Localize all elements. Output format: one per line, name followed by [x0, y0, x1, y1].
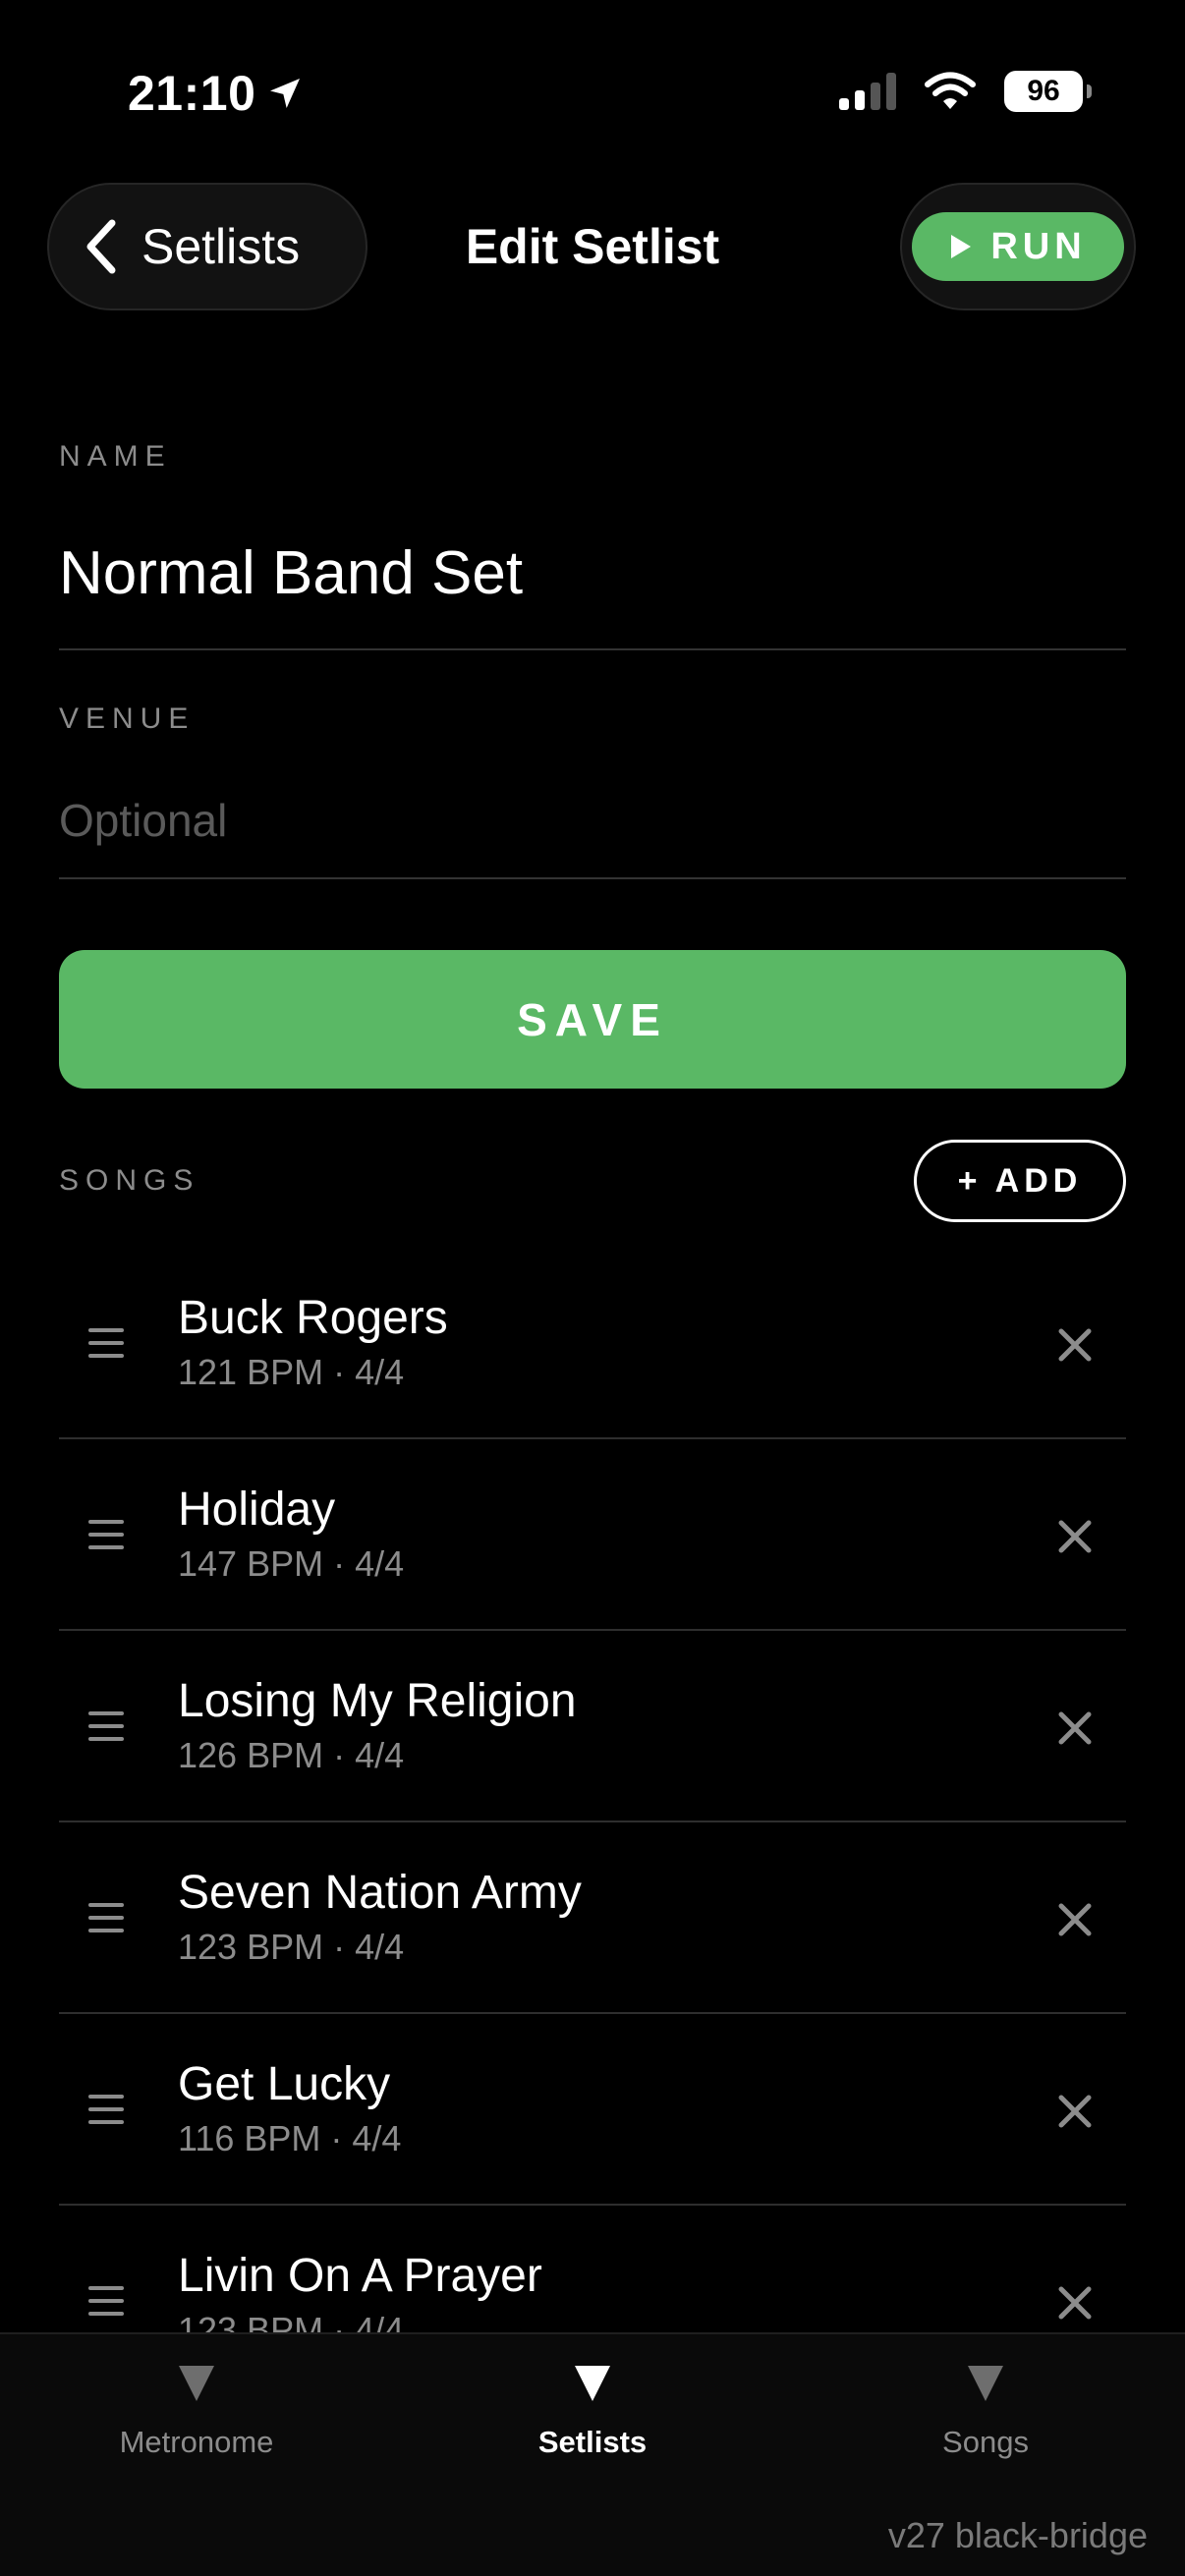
- tab-label: Setlists: [537, 2425, 648, 2459]
- tab-setlists[interactable]: Setlists: [445, 2364, 740, 2460]
- song-meta: 126 BPM · 4/4: [178, 1735, 405, 1775]
- remove-song-button[interactable]: [1051, 2088, 1099, 2135]
- play-icon: [951, 235, 972, 258]
- name-field-underline: [59, 648, 1126, 650]
- song-title: Losing My Religion: [178, 1675, 577, 1727]
- location-arrow-icon: [270, 79, 301, 108]
- remove-song-button[interactable]: [1051, 1896, 1099, 1943]
- drag-handle-icon[interactable]: [88, 1328, 124, 1358]
- song-title: Buck Rogers: [178, 1292, 448, 1344]
- song-row[interactable]: Livin On A Prayer 123 BPM · 4/4: [59, 2206, 1126, 2333]
- venue-field-underline: [59, 877, 1126, 879]
- song-meta: 147 BPM · 4/4: [178, 1543, 405, 1584]
- song-row[interactable]: Buck Rogers 121 BPM · 4/4: [59, 1248, 1126, 1439]
- wifi-icon: [925, 72, 976, 109]
- close-icon: [1058, 1328, 1092, 1362]
- close-icon: [1058, 1903, 1092, 1936]
- cellular-signal-icon: [839, 73, 896, 110]
- setlists-tab-icon: [575, 2366, 610, 2401]
- venue-field-label: VENUE: [59, 702, 196, 735]
- song-row[interactable]: Losing My Religion 126 BPM · 4/4: [59, 1631, 1126, 1822]
- song-title: Get Lucky: [178, 2058, 391, 2110]
- name-field[interactable]: Normal Band Set: [59, 538, 523, 608]
- song-row[interactable]: Holiday 147 BPM · 4/4: [59, 1439, 1126, 1631]
- battery-level: 96: [1027, 75, 1060, 107]
- edit-setlist-screen: 21:10 96 Setlists Edit Setlist RUN NAME …: [0, 0, 1185, 2576]
- remove-song-button[interactable]: [1051, 1513, 1099, 1560]
- close-icon: [1058, 1520, 1092, 1553]
- status-time: 21:10: [128, 65, 305, 122]
- metronome-tab-icon: [179, 2366, 214, 2401]
- battery-icon: 96: [1004, 71, 1092, 112]
- status-indicators: 96: [839, 71, 1092, 112]
- close-icon: [1058, 1711, 1092, 1745]
- song-title: Holiday: [178, 1484, 336, 1536]
- songs-tab-icon: [968, 2366, 1003, 2401]
- song-meta: 116 BPM · 4/4: [178, 2118, 402, 2158]
- remove-song-button[interactable]: [1051, 1705, 1099, 1752]
- status-time-text: 21:10: [128, 66, 256, 121]
- drag-handle-icon[interactable]: [88, 1520, 124, 1549]
- run-button-container: RUN: [900, 183, 1136, 310]
- run-button-label: RUN: [990, 225, 1087, 267]
- song-meta: 121 BPM · 4/4: [178, 1352, 405, 1392]
- venue-input[interactable]: [59, 786, 1126, 855]
- drag-handle-icon[interactable]: [88, 2286, 124, 2316]
- version-label: v27 black-bridge: [887, 2515, 1148, 2555]
- close-icon: [1058, 2095, 1092, 2128]
- song-row[interactable]: Get Lucky 116 BPM · 4/4: [59, 2014, 1126, 2206]
- save-button[interactable]: SAVE: [59, 950, 1126, 1089]
- run-button[interactable]: RUN: [912, 212, 1124, 281]
- song-row[interactable]: Seven Nation Army 123 BPM · 4/4: [59, 1822, 1126, 2014]
- drag-handle-icon[interactable]: [88, 1903, 124, 1932]
- song-title: Seven Nation Army: [178, 1867, 582, 1919]
- songs-section-label: SONGS: [59, 1164, 200, 1197]
- drag-handle-icon[interactable]: [88, 1711, 124, 1741]
- remove-song-button[interactable]: [1051, 1321, 1099, 1369]
- tab-label: Songs: [942, 2425, 1029, 2459]
- song-meta: 123 BPM · 4/4: [178, 1927, 405, 1967]
- close-icon: [1058, 2286, 1092, 2320]
- name-field-label: NAME: [59, 440, 172, 473]
- drag-handle-icon[interactable]: [88, 2095, 124, 2124]
- tab-label: Metronome: [119, 2425, 274, 2459]
- song-list: Buck Rogers 121 BPM · 4/4 Holiday 147 BP…: [59, 1248, 1126, 2333]
- song-title: Livin On A Prayer: [178, 2250, 542, 2302]
- add-song-button[interactable]: + ADD: [914, 1140, 1126, 1222]
- song-meta: 123 BPM · 4/4: [178, 2310, 405, 2333]
- tab-songs[interactable]: Songs: [838, 2364, 1133, 2460]
- remove-song-button[interactable]: [1051, 2279, 1099, 2326]
- tab-metronome[interactable]: Metronome: [49, 2364, 344, 2460]
